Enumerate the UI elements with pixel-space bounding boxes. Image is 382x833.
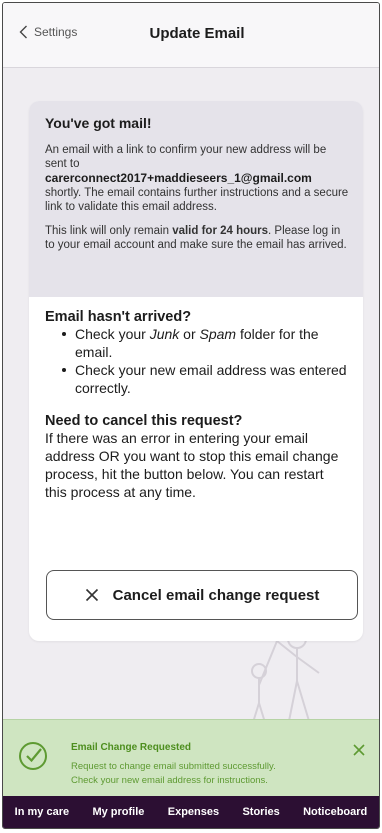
bottom-nav: In my care My profile Expenses Stories N…: [3, 796, 379, 828]
list-item: Check your new email address was entered…: [62, 362, 347, 396]
cancel-button-label: Cancel email change request: [112, 586, 320, 604]
junk-label: Junk: [149, 326, 180, 342]
new-email-address: carerconnect2017+maddieseers_1@gmail.com: [45, 171, 312, 185]
mail-intro: An email with a link to confirm your new…: [45, 143, 349, 214]
mail-heading: You've got mail!: [45, 115, 152, 131]
nav-item-stories[interactable]: Stories: [242, 806, 279, 818]
not-arrived-heading: Email hasn't arrived?: [45, 309, 192, 325]
nav-item-my-profile[interactable]: My profile: [92, 806, 144, 818]
info-card: You've got mail! An email with a link to…: [29, 101, 363, 641]
toast-close-icon[interactable]: [353, 744, 365, 756]
validity-pre: This link will only remain: [45, 225, 173, 237]
nav-item-in-my-care[interactable]: In my care: [15, 806, 69, 818]
cancel-email-change-button[interactable]: Cancel email change request: [46, 570, 358, 620]
spam-label: Spam: [199, 326, 237, 342]
cancel-explanation: If there was an error in entering your e…: [45, 430, 339, 500]
mail-sent-panel: You've got mail! An email with a link to…: [29, 101, 363, 297]
check-circle-icon: [19, 742, 47, 770]
top-header: Settings Update Email: [3, 3, 379, 68]
intro-pre: An email with a link to confirm your new…: [45, 144, 327, 170]
validity-bold: valid for 24 hours: [172, 225, 269, 237]
validity-note: This link will only remain valid for 24 …: [45, 224, 349, 252]
page-title: Update Email: [149, 25, 245, 42]
close-icon: [85, 588, 98, 602]
list-item: Check your Junk or Spam folder for the e…: [62, 325, 347, 361]
nav-item-expenses[interactable]: Expenses: [168, 806, 219, 818]
help-list: Check your Junk or Spam folder for the e…: [45, 325, 347, 397]
cancel-heading: Need to cancel this request?: [45, 413, 243, 429]
help-section: Email hasn't arrived? Check your Junk or…: [29, 297, 363, 501]
success-toast: Email Change Requested Request to change…: [3, 719, 379, 799]
nav-item-noticeboard[interactable]: Noticeboard: [303, 806, 367, 818]
toast-title: Email Change Requested: [71, 742, 192, 753]
toast-line-2: Check your new email address for instruc…: [71, 775, 268, 786]
toast-message: Request to change email submitted succes…: [71, 760, 331, 788]
intro-post: shortly. The email contains further inst…: [45, 187, 349, 213]
toast-line-1: Request to change email submitted succes…: [71, 761, 276, 772]
app-frame: Settings Update Email You've got mail! A…: [2, 2, 380, 829]
